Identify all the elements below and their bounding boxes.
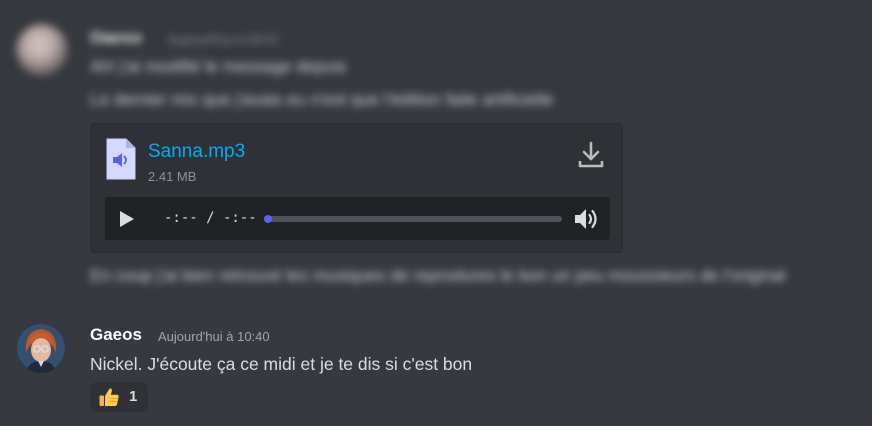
- audio-file-icon: [105, 137, 137, 181]
- audio-attachment: Sanna.mp3 2.41 MB -:-- / -:--: [90, 123, 623, 253]
- file-name-link[interactable]: Sanna.mp3: [148, 141, 245, 163]
- previous-message: Oaeso Aujourd'hui à 09:57 Ah! j'ai modif…: [0, 0, 872, 300]
- blurred-text-line: En coup j'ai bien retrouvé les musiques …: [90, 266, 786, 285]
- chat-messages: Oaeso Aujourd'hui à 09:57 Ah! j'ai modif…: [0, 0, 872, 426]
- message-content: Nickel. J'écoute ça ce midi et je te dis…: [90, 354, 473, 374]
- play-icon[interactable]: [119, 210, 135, 228]
- reaction-count: 1: [129, 388, 138, 405]
- playback-time: -:-- / -:--: [164, 210, 257, 226]
- thumbs-up-icon: [98, 386, 120, 408]
- blurred-author-name: Oaeso: [90, 28, 142, 47]
- audio-player: -:-- / -:--: [105, 197, 610, 240]
- avatar[interactable]: [16, 323, 66, 373]
- reaction-button[interactable]: 1: [90, 382, 148, 412]
- progress-bar[interactable]: [264, 215, 562, 223]
- volume-icon[interactable]: [574, 207, 600, 231]
- blurred-text-line: Ah! j'ai modifié le message depuis: [90, 57, 347, 76]
- file-size: 2.41 MB: [148, 169, 197, 184]
- blurred-timestamp: Aujourd'hui à 09:57: [168, 32, 280, 47]
- blurred-avatar: [16, 24, 68, 76]
- blurred-text-line: Le dernier mix que j'avais eu n'est que …: [90, 90, 554, 109]
- author-name[interactable]: Gaeos: [90, 325, 142, 345]
- progress-knob[interactable]: [264, 215, 272, 223]
- download-icon[interactable]: [578, 141, 604, 169]
- message-timestamp: Aujourd'hui à 10:40: [158, 329, 270, 344]
